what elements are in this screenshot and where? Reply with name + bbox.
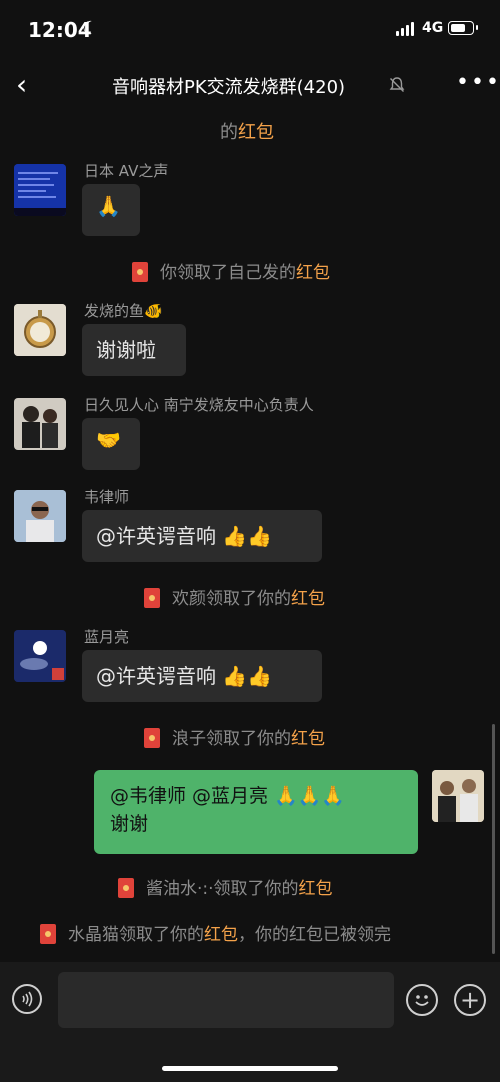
system-message: 欢颜领取了你的红包 bbox=[144, 584, 325, 609]
red-packet-link[interactable]: 红包 bbox=[291, 589, 325, 609]
avatar[interactable] bbox=[14, 304, 66, 356]
do-not-disturb-icon: ☾ bbox=[82, 18, 99, 39]
red-packet-icon bbox=[40, 924, 56, 944]
red-packet-icon bbox=[144, 728, 160, 748]
message-line: @韦律师 @蓝月亮 🙏🙏🙏 bbox=[110, 785, 346, 807]
system-message: 酱油水·:·领取了你的红包 bbox=[118, 874, 333, 899]
battery-tip bbox=[476, 25, 478, 30]
sender-name: 日本 AV之声 bbox=[84, 162, 169, 180]
message-bubble[interactable]: @许英谔音响 👍👍 bbox=[82, 510, 322, 562]
avatar[interactable] bbox=[14, 490, 66, 542]
more-options-button[interactable]: ••• bbox=[456, 70, 500, 95]
avatar-image-bluescreen bbox=[14, 164, 66, 216]
chat-title: 音响器材PK交流发烧群(420) bbox=[112, 77, 346, 98]
message-bubble[interactable]: @许英谔音响 👍👍 bbox=[82, 650, 322, 702]
red-packet-link[interactable]: 红包 bbox=[296, 263, 330, 283]
home-indicator[interactable] bbox=[162, 1066, 338, 1071]
avatar-image-man bbox=[14, 490, 66, 542]
message-input[interactable] bbox=[58, 972, 394, 1028]
red-packet-icon bbox=[144, 588, 160, 608]
avatar[interactable] bbox=[14, 164, 66, 216]
avatar-image-two-men bbox=[432, 770, 484, 822]
my-avatar[interactable] bbox=[432, 770, 484, 822]
red-packet-link[interactable]: 红包 bbox=[299, 879, 333, 899]
avatar[interactable] bbox=[14, 630, 66, 682]
network-type: 4G bbox=[422, 20, 444, 36]
avatar-image-watch bbox=[14, 304, 66, 356]
avatar-image-moon bbox=[14, 630, 66, 682]
system-message: 浪子领取了你的红包 bbox=[144, 724, 325, 749]
system-message: 你领取了自己发的红包 bbox=[132, 258, 330, 283]
sender-name: 蓝月亮 bbox=[84, 628, 130, 646]
sender-name: 发烧的鱼🐠 bbox=[84, 302, 163, 320]
smiley-icon bbox=[415, 995, 429, 1006]
system-message: 水晶猫领取了你的红包，你的红包已被领完 bbox=[40, 920, 391, 945]
sender-name: 日久见人心 南宁发烧友中心负责人 bbox=[84, 396, 314, 414]
emoji-button[interactable] bbox=[406, 984, 438, 1016]
sender-name: 韦律师 bbox=[84, 488, 130, 506]
my-message-bubble[interactable]: @韦律师 @蓝月亮 🙏🙏🙏 谢谢 bbox=[94, 770, 418, 854]
message-bubble[interactable]: 🙏 bbox=[82, 184, 140, 236]
system-message-partial: 的红包 bbox=[220, 122, 274, 143]
voice-input-button[interactable] bbox=[12, 984, 42, 1014]
message-bubble[interactable]: 🤝 bbox=[82, 418, 140, 470]
status-bar: 12:04 ☾ 4G bbox=[0, 0, 500, 60]
voice-icon bbox=[22, 991, 33, 1007]
signal-icon bbox=[396, 22, 416, 36]
battery-icon bbox=[448, 21, 474, 35]
message-line: 谢谢 bbox=[110, 813, 149, 835]
more-functions-button[interactable]: + bbox=[454, 984, 486, 1016]
avatar-image-people bbox=[14, 398, 66, 450]
red-packet-icon bbox=[118, 878, 134, 898]
mute-bell-icon bbox=[389, 77, 405, 92]
scrollbar[interactable] bbox=[492, 724, 495, 954]
back-button[interactable]: ‹ bbox=[16, 70, 46, 100]
red-packet-link[interactable]: 红包 bbox=[291, 729, 325, 749]
avatar[interactable] bbox=[14, 398, 66, 450]
red-packet-icon bbox=[132, 262, 148, 282]
message-bubble[interactable]: 谢谢啦 bbox=[82, 324, 186, 376]
red-packet-link[interactable]: 红包 bbox=[204, 925, 238, 945]
